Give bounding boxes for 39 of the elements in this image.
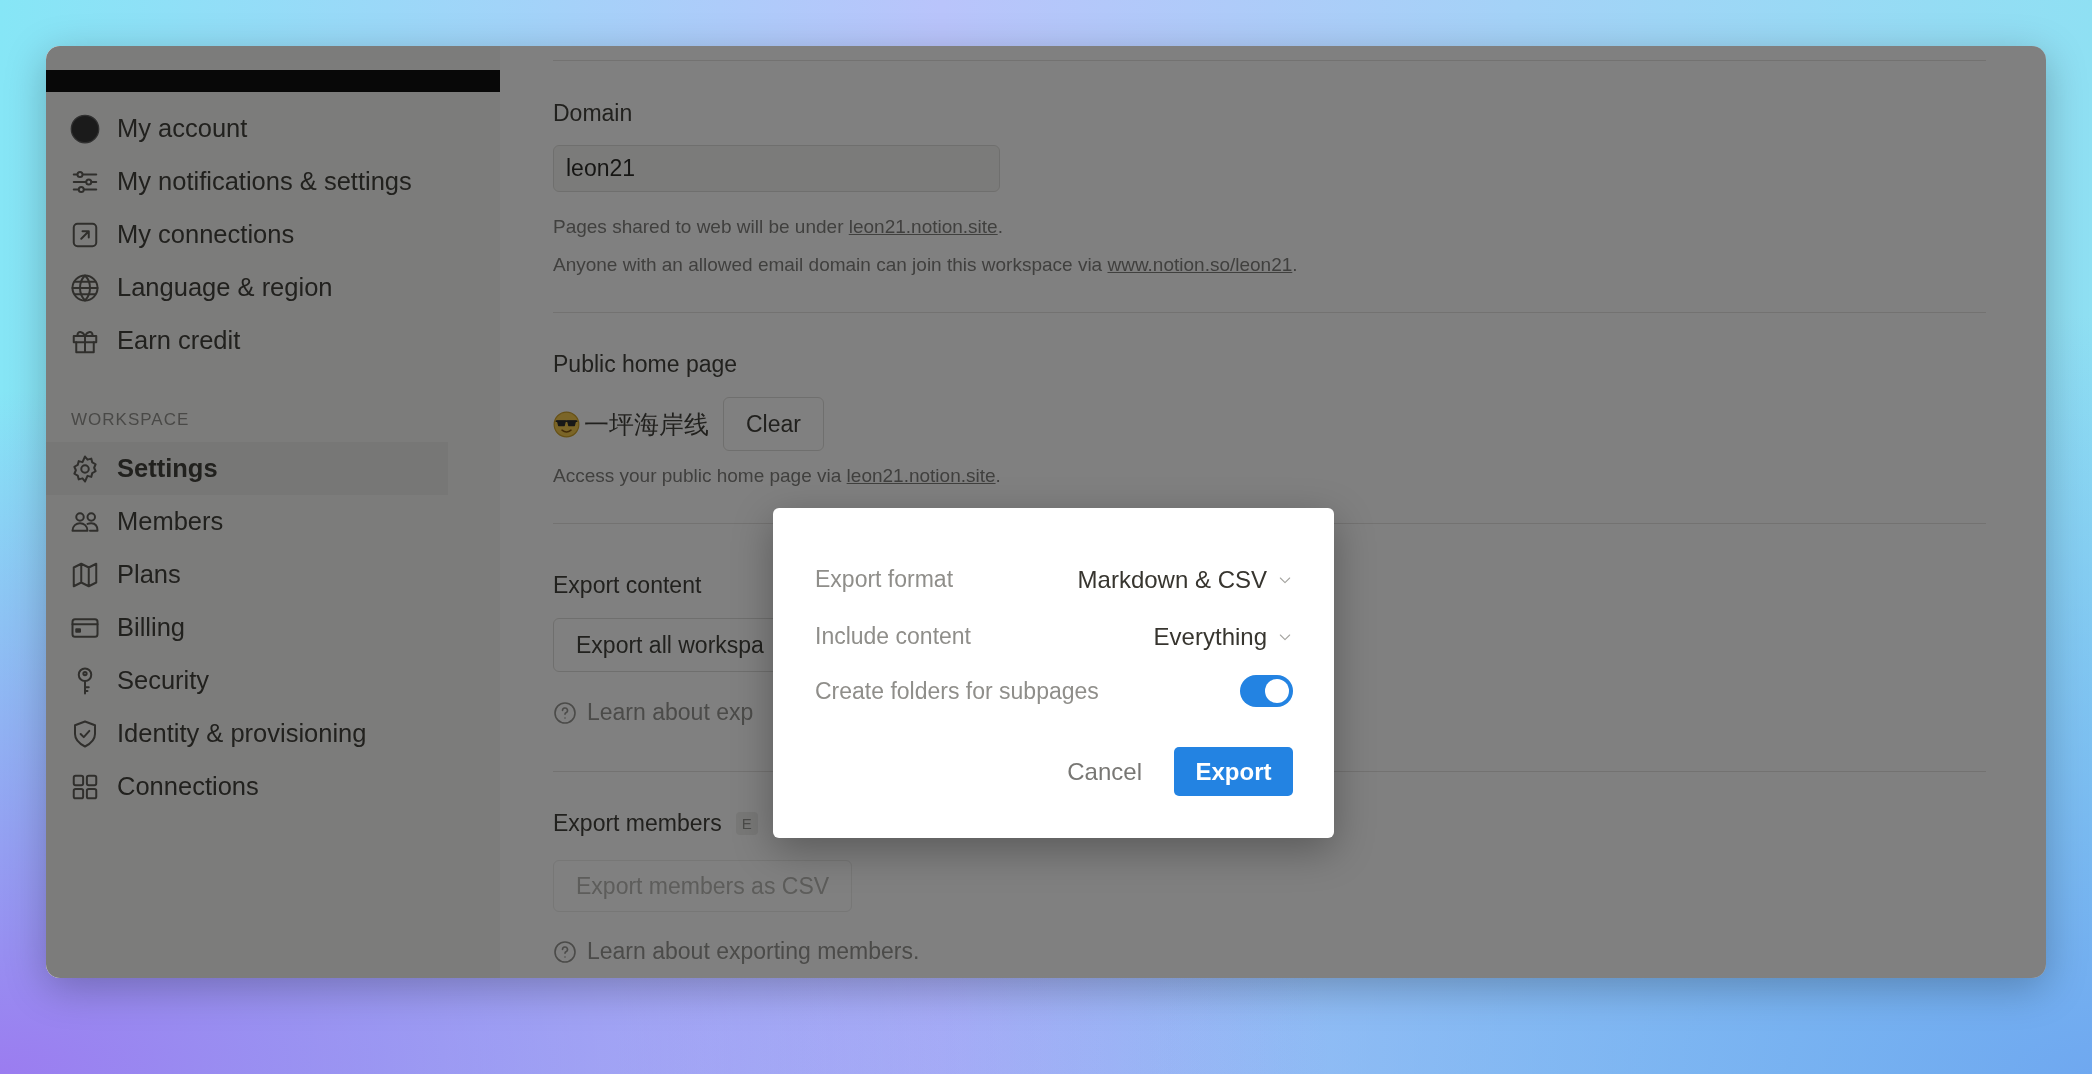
sidebar-item[interactable]: Billing [46,601,448,654]
section-title: Export content [553,571,702,600]
help-text: Pages shared to web will be under leon21.notion.site. [553,215,1003,239]
cancel-button[interactable]: Cancel [1063,747,1146,796]
sidebar-item[interactable]: My connections [46,208,448,261]
sidebar-item[interactable]: Identity & provisioning [46,707,448,760]
option-label: Create folders for subpages [815,677,1099,705]
person-avatar-icon [70,113,100,144]
globe-icon [70,272,100,303]
page-title: 一坪海岸线 [584,408,709,440]
option-label: Export format [815,566,954,593]
help-text: Access your public home page via leon21.notion.site. [553,464,1001,488]
sunglasses-face-icon [553,410,580,438]
sidebar-item[interactable]: Members [46,495,448,548]
section-title: Export members [553,809,722,838]
question-icon [553,939,577,964]
link[interactable]: www.notion.so/leon21 [1107,254,1293,275]
link[interactable]: leon21.notion.site [848,216,998,237]
sidebar-item[interactable]: Language & region [46,261,448,314]
question-icon [553,700,577,725]
option-dropdown[interactable]: Markdown & CSV [1077,565,1293,594]
option-label: Include content [815,623,971,650]
sidebar-item[interactable]: Connections [46,760,448,813]
link[interactable]: leon21.notion.site [846,465,996,486]
help-text: Anyone with an allowed email domain can join this workspace via www.notion.so/leon21. [553,253,1298,277]
sidebar-item[interactable]: Security [46,654,448,707]
sidebar-item[interactable]: My notifications & settings [46,155,448,208]
sidebar-item[interactable]: Earn credit [46,314,448,367]
section-title: Public home page [553,350,738,379]
settings-icon [70,453,100,484]
clear-button[interactable]: Clear [723,397,824,451]
section-title: Domain [553,99,633,128]
domain-field[interactable]: leon21 [553,145,1000,192]
option-dropdown[interactable]: Everything [1153,622,1293,651]
sidebar-item[interactable]: My account [46,102,448,155]
sidebar-item[interactable]: Settings [46,442,448,495]
export-button[interactable]: Export [1174,747,1293,796]
sidebar-item[interactable]: Plans [46,548,448,601]
toggle-switch[interactable] [1240,675,1293,707]
